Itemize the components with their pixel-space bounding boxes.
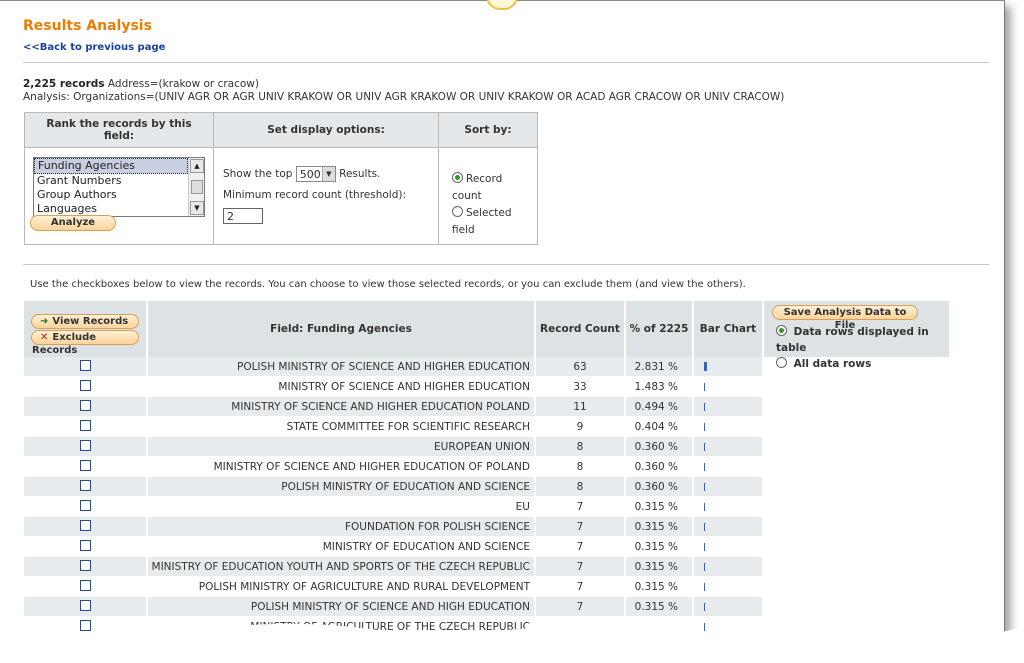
torn-edge [0,623,1024,663]
